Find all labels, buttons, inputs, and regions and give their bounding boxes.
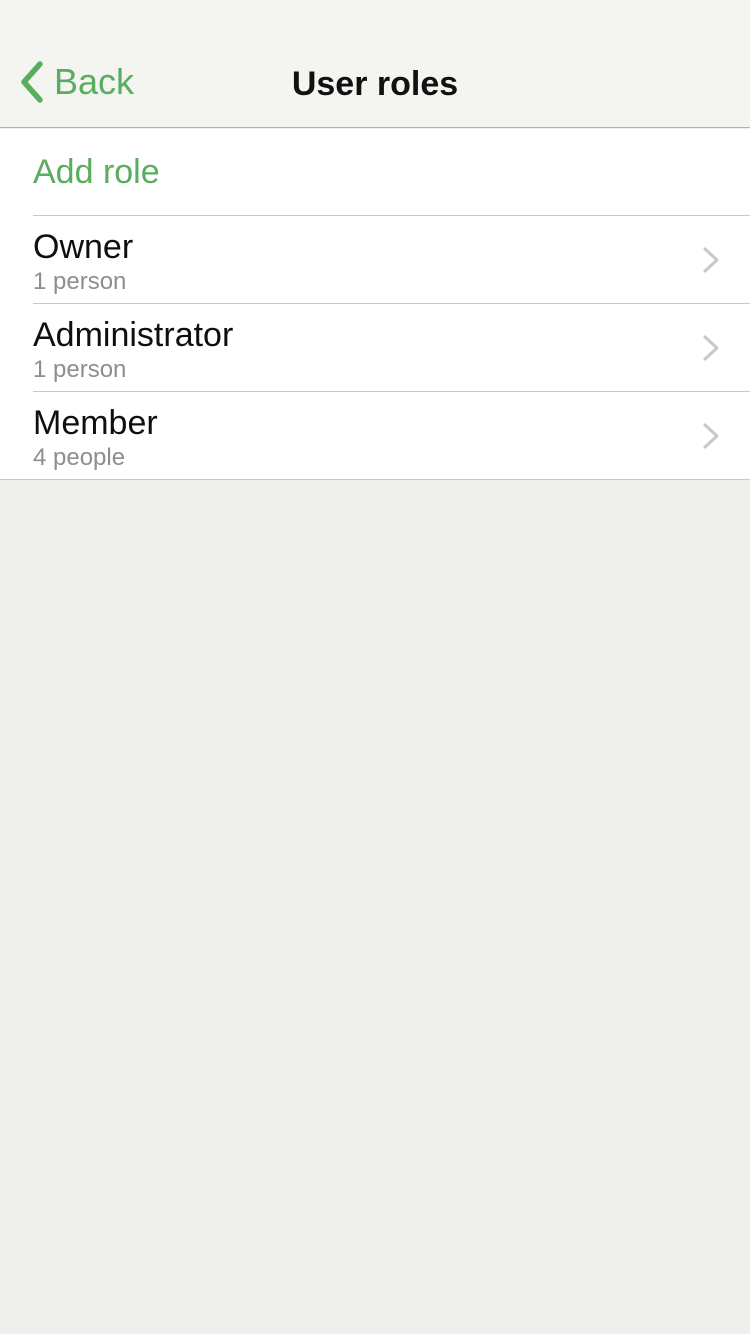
role-row-owner[interactable]: Owner 1 person bbox=[33, 215, 750, 303]
role-name: Administrator bbox=[33, 316, 234, 354]
role-member-count: 1 person bbox=[33, 268, 127, 295]
page-title: User roles bbox=[291, 65, 459, 103]
navigation-bar: Back User roles bbox=[0, 0, 750, 128]
add-role-button[interactable]: Add role bbox=[0, 129, 750, 215]
role-name: Member bbox=[33, 404, 158, 442]
role-member-count: 4 people bbox=[33, 444, 126, 471]
roles-list: Add role Owner 1 person Administrator 1 … bbox=[0, 129, 750, 480]
add-role-label: Add role bbox=[33, 152, 160, 191]
chevron-right-icon bbox=[703, 247, 719, 273]
chevron-right-icon bbox=[703, 423, 719, 449]
role-name: Owner bbox=[33, 228, 134, 266]
chevron-right-icon bbox=[703, 335, 719, 361]
role-member-count: 1 person bbox=[33, 356, 127, 383]
role-row-administrator[interactable]: Administrator 1 person bbox=[33, 303, 750, 391]
role-row-member[interactable]: Member 4 people bbox=[33, 391, 750, 479]
